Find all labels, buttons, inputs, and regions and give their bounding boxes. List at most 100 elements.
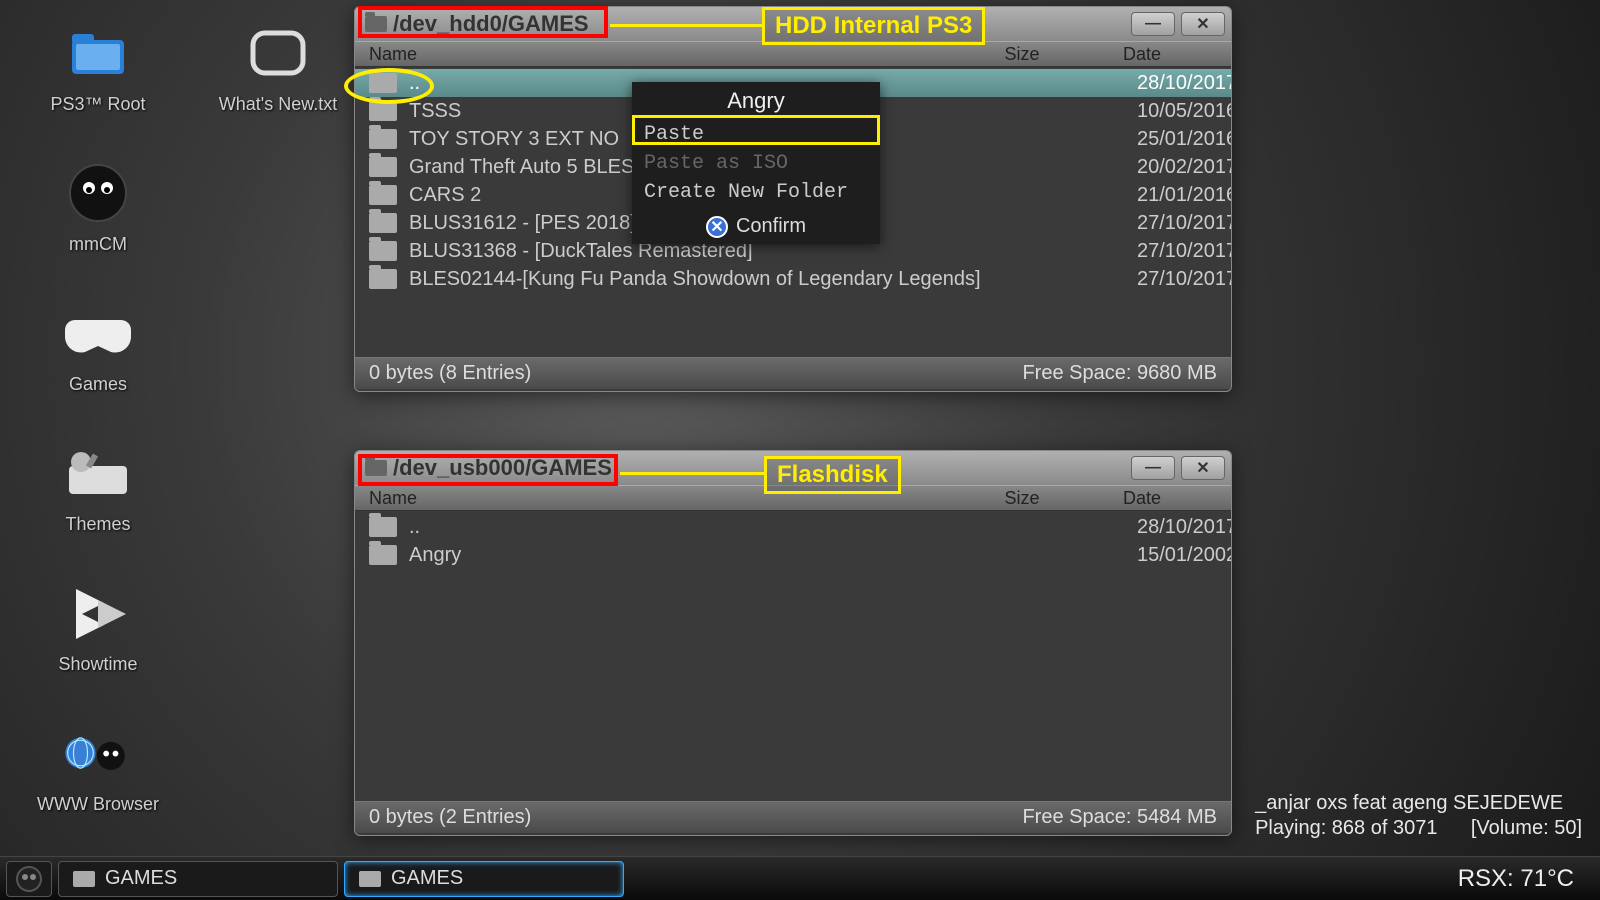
path-display: /dev_hdd0/GAMES bbox=[361, 9, 599, 39]
folder-icon bbox=[369, 101, 397, 121]
play-icon bbox=[63, 578, 133, 648]
file-size: 27/10/2017 bbox=[1127, 268, 1217, 291]
confirm-label: Confirm bbox=[736, 215, 806, 238]
desktop-icon-label: Themes bbox=[28, 514, 168, 535]
folder-icon bbox=[369, 241, 397, 261]
taskbar: GAMES GAMES RSX: 71°C bbox=[0, 856, 1600, 900]
desktop-icon-www[interactable]: WWW Browser bbox=[28, 718, 168, 815]
context-menu-item[interactable]: Create New Folder bbox=[632, 178, 880, 207]
desktop-icon-whatsnew[interactable]: What's New.txt bbox=[208, 18, 348, 115]
folder-icon bbox=[359, 871, 381, 887]
file-manager-window-usb: /dev_usb000/GAMES — ✕ Name Size Date ..2… bbox=[354, 450, 1232, 836]
file-date: 27/10/2017 bbox=[1127, 268, 1232, 290]
path-text: /dev_hdd0/GAMES bbox=[393, 11, 589, 37]
desktop-icon-label: WWW Browser bbox=[28, 794, 168, 815]
folder-icon bbox=[369, 157, 397, 177]
taskbar-task[interactable]: GAMES bbox=[58, 861, 338, 897]
file-name: .. bbox=[409, 516, 1127, 539]
globe-icon bbox=[63, 718, 133, 788]
file-size: 27/10/2017 bbox=[1127, 212, 1217, 235]
context-menu-confirm: ✕ Confirm bbox=[632, 207, 880, 244]
status-right: Free Space: 9680 MB bbox=[1022, 362, 1217, 385]
file-size: 28/10/2017 bbox=[1127, 72, 1217, 95]
rsx-temp: RSX: 71°C bbox=[1458, 865, 1594, 893]
themes-icon bbox=[63, 438, 133, 508]
file-size: 15/01/2002 bbox=[1127, 544, 1217, 567]
file-date: 28/10/2017 bbox=[1127, 72, 1232, 94]
folder-icon bbox=[369, 185, 397, 205]
col-name: Name bbox=[369, 488, 977, 509]
file-size: 27/10/2017 bbox=[1127, 240, 1217, 263]
desktop-icon-themes[interactable]: Themes bbox=[28, 438, 168, 535]
folder-icon bbox=[365, 460, 387, 476]
path-display: /dev_usb000/GAMES bbox=[361, 453, 622, 483]
folder-icon bbox=[369, 545, 397, 565]
folder-icon bbox=[369, 517, 397, 537]
desktop-icon-label: What's New.txt bbox=[208, 94, 348, 115]
col-date: Date bbox=[1067, 488, 1217, 509]
window-titlebar[interactable]: /dev_usb000/GAMES — ✕ bbox=[355, 451, 1231, 485]
file-row[interactable]: Angry15/01/2002 bbox=[355, 541, 1231, 569]
folder-icon bbox=[73, 871, 95, 887]
now-playing: _anjar oxs feat ageng SEJEDEWE Playing: … bbox=[1255, 790, 1582, 840]
column-header: Name Size Date bbox=[355, 41, 1231, 67]
file-size: 28/10/2017 bbox=[1127, 516, 1217, 539]
context-menu-item[interactable]: Paste as ISO bbox=[632, 149, 880, 178]
col-date: Date bbox=[1067, 44, 1217, 65]
desktop-icon-ps3root[interactable]: PS3™ Root bbox=[28, 18, 168, 115]
path-text: /dev_usb000/GAMES bbox=[393, 455, 612, 481]
app-icon bbox=[63, 158, 133, 228]
status-left: 0 bytes (2 Entries) bbox=[369, 806, 531, 829]
file-date: 28/10/2017 bbox=[1127, 516, 1232, 538]
column-header: Name Size Date bbox=[355, 485, 1231, 511]
col-size: Size bbox=[977, 488, 1067, 509]
folder-icon bbox=[369, 213, 397, 233]
file-date: 15/01/2002 bbox=[1127, 544, 1232, 566]
file-icon bbox=[243, 18, 313, 88]
desktop-icon-games[interactable]: Games bbox=[28, 298, 168, 395]
folder-icon bbox=[63, 18, 133, 88]
col-size: Size bbox=[977, 44, 1067, 65]
task-label: GAMES bbox=[105, 867, 177, 890]
now-playing-track: _anjar oxs feat ageng SEJEDEWE bbox=[1255, 792, 1582, 815]
minimize-button[interactable]: — bbox=[1131, 12, 1175, 36]
file-name: BLES02144-[Kung Fu Panda Showdown of Leg… bbox=[409, 268, 1127, 291]
status-left: 0 bytes (8 Entries) bbox=[369, 362, 531, 385]
file-size: 20/02/2017 bbox=[1127, 156, 1217, 179]
file-size: 10/05/2016 bbox=[1127, 100, 1217, 123]
desktop-icon-showtime[interactable]: Showtime bbox=[28, 578, 168, 675]
file-date: 27/10/2017 bbox=[1127, 212, 1232, 234]
close-button[interactable]: ✕ bbox=[1181, 12, 1225, 36]
window-titlebar[interactable]: /dev_hdd0/GAMES — ✕ bbox=[355, 7, 1231, 41]
file-date: 25/01/2016 bbox=[1127, 128, 1232, 150]
context-menu-title: Angry bbox=[632, 82, 880, 120]
desktop-icon-mmcm[interactable]: mmCM bbox=[28, 158, 168, 255]
now-playing-volume: [Volume: 50] bbox=[1471, 817, 1582, 839]
context-menu-item[interactable]: Paste bbox=[632, 120, 880, 149]
gamepad-icon bbox=[63, 298, 133, 368]
desktop-icon-label: mmCM bbox=[28, 234, 168, 255]
file-date: 21/01/2016 bbox=[1127, 184, 1232, 206]
folder-icon bbox=[369, 269, 397, 289]
status-bar: 0 bytes (8 Entries) Free Space: 9680 MB bbox=[355, 357, 1231, 389]
close-button[interactable]: ✕ bbox=[1181, 456, 1225, 480]
file-row[interactable]: BLES02144-[Kung Fu Panda Showdown of Leg… bbox=[355, 265, 1231, 293]
desktop-icon-label: PS3™ Root bbox=[28, 94, 168, 115]
start-button[interactable] bbox=[6, 861, 52, 897]
context-menu: Angry PastePaste as ISOCreate New Folder… bbox=[632, 82, 880, 244]
file-row[interactable]: ..28/10/2017 bbox=[355, 513, 1231, 541]
file-size: 21/01/2016 bbox=[1127, 184, 1217, 207]
cross-button-icon: ✕ bbox=[706, 216, 728, 238]
col-name: Name bbox=[369, 44, 977, 65]
status-right: Free Space: 5484 MB bbox=[1022, 806, 1217, 829]
taskbar-task[interactable]: GAMES bbox=[344, 861, 624, 897]
folder-icon bbox=[365, 16, 387, 32]
minimize-button[interactable]: — bbox=[1131, 456, 1175, 480]
desktop-icon-label: Games bbox=[28, 374, 168, 395]
now-playing-progress: Playing: 868 of 3071 bbox=[1255, 817, 1437, 839]
file-date: 27/10/2017 bbox=[1127, 240, 1232, 262]
status-bar: 0 bytes (2 Entries) Free Space: 5484 MB bbox=[355, 801, 1231, 833]
file-name: Angry bbox=[409, 544, 1127, 567]
folder-icon bbox=[369, 73, 397, 93]
task-label: GAMES bbox=[391, 867, 463, 890]
